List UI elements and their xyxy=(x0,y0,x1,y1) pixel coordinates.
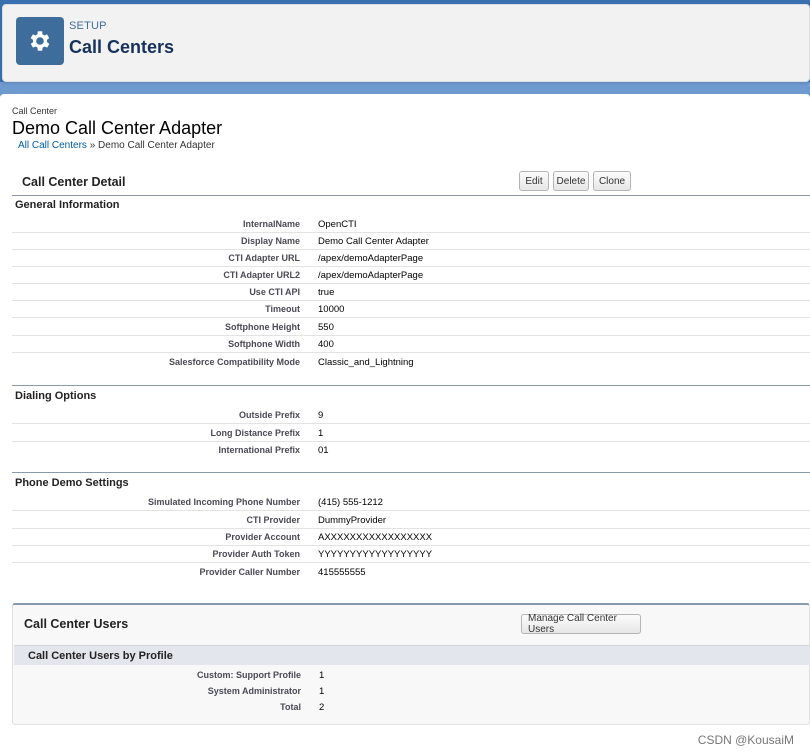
field-label: Display Name xyxy=(240,236,300,246)
profile-count-row: Total 2 xyxy=(13,700,809,716)
field-label: Outside Prefix xyxy=(238,410,300,420)
field-label: CTI Adapter URL xyxy=(228,253,300,263)
detail-title: Call Center Detail xyxy=(22,175,126,189)
field-row: Softphone Height 550 xyxy=(12,319,810,336)
detail-header: Call Center Detail Edit Delete Clone xyxy=(12,166,810,196)
field-value: 01 xyxy=(318,445,329,456)
field-value: Demo Call Center Adapter xyxy=(318,236,429,247)
breadcrumb-current: Demo Call Center Adapter xyxy=(98,140,215,151)
record-type-label: Call Center xyxy=(12,106,58,116)
field-row: InternalName OpenCTI xyxy=(12,216,810,233)
field-row: Timeout 10000 xyxy=(12,301,810,318)
field-value: OpenCTI xyxy=(318,219,357,230)
gear-icon xyxy=(16,17,64,65)
field-label: CTI Provider xyxy=(246,515,300,525)
field-label: Provider Account xyxy=(225,532,300,542)
field-label: International Prefix xyxy=(218,445,300,455)
page-title: Call Centers xyxy=(69,37,175,57)
field-value: /apex/demoAdapterPage xyxy=(318,253,424,264)
profile-count: 1 xyxy=(319,686,325,697)
field-row: Salesforce Compatibility Mode Classic_an… xyxy=(12,354,810,371)
call-center-users-panel: Call Center Users Manage Call Center Use… xyxy=(12,603,810,725)
field-label: Timeout xyxy=(265,304,300,314)
field-value: (415) 555-1212 xyxy=(318,497,383,508)
field-label: Softphone Height xyxy=(225,322,300,332)
breadcrumb: All Call Centers » Demo Call Center Adap… xyxy=(18,140,215,151)
field-label: Use CTI API xyxy=(249,287,300,297)
edit-button[interactable]: Edit xyxy=(519,171,549,191)
field-row: CTI Adapter URL /apex/demoAdapterPage xyxy=(12,250,810,267)
users-by-profile-header: Call Center Users by Profile xyxy=(14,645,810,665)
users-by-profile-title: Call Center Users by Profile xyxy=(28,650,173,662)
record-name: Demo Call Center Adapter xyxy=(12,118,223,138)
section-title-dialing: Dialing Options xyxy=(15,390,97,402)
field-label: Salesforce Compatibility Mode xyxy=(168,357,300,367)
field-row: Provider Caller Number 415555555 xyxy=(12,564,810,581)
watermark: CSDN @KousaiM xyxy=(697,733,794,747)
field-value: 550 xyxy=(318,322,334,333)
section-title-general: General Information xyxy=(15,199,120,211)
field-value: 9 xyxy=(318,410,324,421)
profile-label: Total xyxy=(280,702,301,712)
profile-count-row: Custom: Support Profile 1 xyxy=(13,668,809,684)
clone-button[interactable]: Clone xyxy=(593,171,631,191)
field-row: Display Name Demo Call Center Adapter xyxy=(12,233,810,250)
field-row: International Prefix 01 xyxy=(12,442,810,459)
field-row: Long Distance Prefix 1 xyxy=(12,425,810,442)
field-row: CTI Adapter URL2 /apex/demoAdapterPage xyxy=(12,267,810,284)
field-row: Provider Account AXXXXXXXXXXXXXXXXX xyxy=(12,529,810,546)
profile-count: 2 xyxy=(319,702,325,713)
profile-count: 1 xyxy=(319,670,325,681)
field-label: InternalName xyxy=(242,219,300,229)
field-value: DummyProvider xyxy=(318,515,387,526)
field-row: Provider Auth Token YYYYYYYYYYYYYYYYYY xyxy=(12,546,810,563)
field-label: Long Distance Prefix xyxy=(210,428,300,438)
field-row: Simulated Incoming Phone Number (415) 55… xyxy=(12,494,810,511)
section-divider xyxy=(12,472,810,473)
setup-header: SETUP Call Centers xyxy=(2,4,810,82)
profile-label: Custom: Support Profile xyxy=(197,670,301,680)
field-label: Provider Caller Number xyxy=(199,567,300,577)
field-value: Classic_and_Lightning xyxy=(318,357,414,368)
field-row: Use CTI API true xyxy=(12,284,810,301)
field-label: Simulated Incoming Phone Number xyxy=(147,497,300,507)
field-value: YYYYYYYYYYYYYYYYYY xyxy=(318,549,433,560)
breadcrumb-separator: » xyxy=(89,140,96,151)
field-row: Softphone Width 400 xyxy=(12,336,810,353)
field-row: CTI Provider DummyProvider xyxy=(12,512,810,529)
section-title-phone-demo: Phone Demo Settings xyxy=(15,477,129,489)
field-row: Outside Prefix 9 xyxy=(12,407,810,424)
manage-call-center-users-button[interactable]: Manage Call Center Users xyxy=(521,613,641,635)
field-value: 1 xyxy=(318,428,324,439)
field-label: CTI Adapter URL2 xyxy=(223,270,300,280)
setup-label[interactable]: SETUP xyxy=(69,20,107,32)
field-value: 400 xyxy=(318,339,334,350)
profile-count-row: System Administrator 1 xyxy=(13,684,809,700)
field-value: 10000 xyxy=(318,304,345,315)
field-value: true xyxy=(318,287,335,298)
delete-button[interactable]: Delete xyxy=(553,171,589,191)
users-title: Call Center Users xyxy=(24,617,129,631)
field-value: 415555555 xyxy=(318,567,366,578)
field-label: Provider Auth Token xyxy=(212,549,300,559)
profile-label: System Administrator xyxy=(207,686,301,696)
field-value: AXXXXXXXXXXXXXXXXX xyxy=(318,532,433,543)
breadcrumb-link-all-call-centers[interactable]: All Call Centers xyxy=(18,140,87,151)
field-label: Softphone Width xyxy=(228,339,300,349)
main-content: Call Center Demo Call Center Adapter All… xyxy=(0,94,810,755)
section-divider xyxy=(12,385,810,386)
field-value: /apex/demoAdapterPage xyxy=(318,270,424,281)
